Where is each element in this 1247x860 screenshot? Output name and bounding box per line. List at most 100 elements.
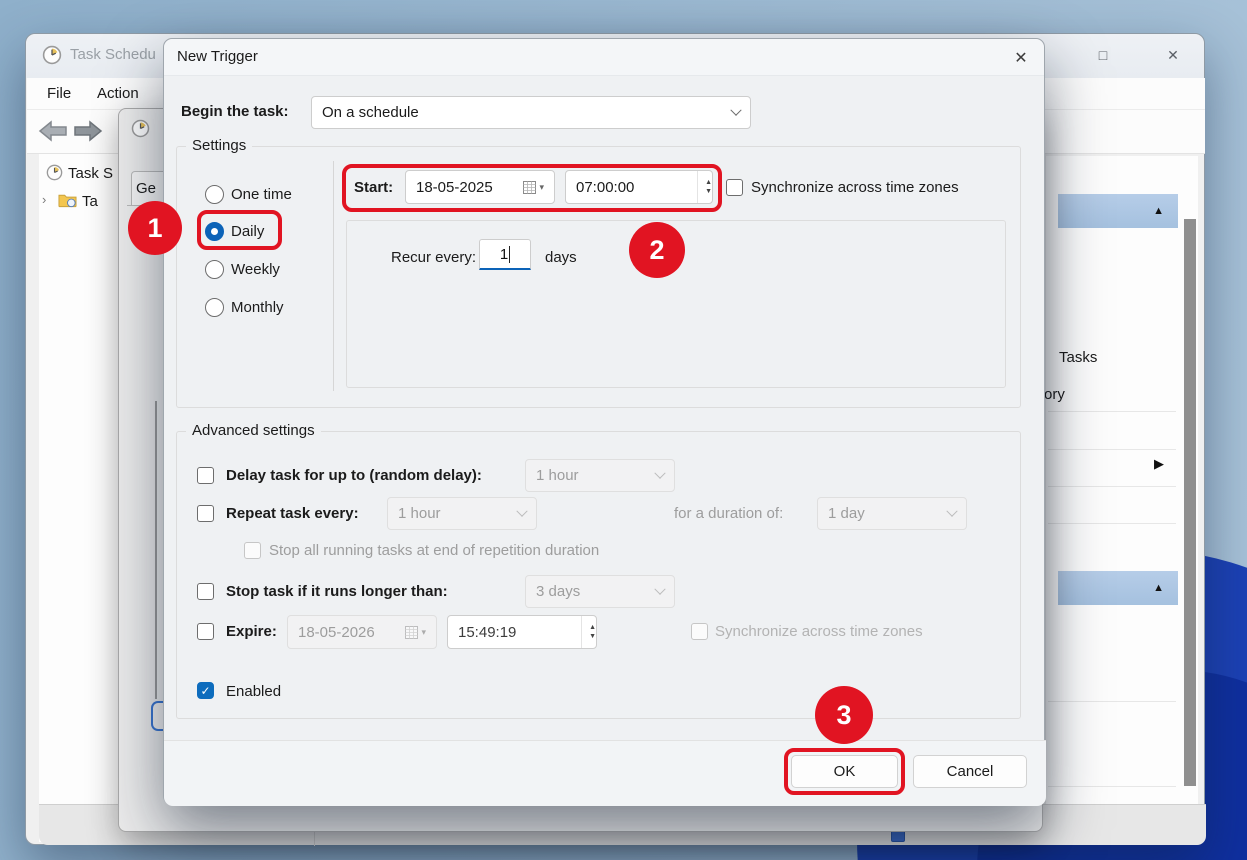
task-scheduler-icon: [42, 45, 62, 70]
begin-task-value: On a schedule: [322, 104, 419, 121]
cancel-button-label: Cancel: [947, 763, 994, 780]
actions-pane-header[interactable]: ▲: [1058, 194, 1178, 228]
repeat-checkbox[interactable]: [197, 505, 214, 522]
calendar-icon: ▾: [405, 626, 426, 639]
tree-item-library[interactable]: Ta: [82, 193, 98, 210]
delay-select: 1 hour: [525, 459, 675, 492]
menu-action[interactable]: Action: [97, 85, 139, 102]
delay-label: Delay task for up to (random delay):: [226, 467, 482, 485]
tree-panel: Task S › Ta: [39, 154, 121, 842]
tab-general-label: Ge: [136, 180, 156, 197]
maximize-icon: □: [1099, 47, 1107, 63]
annotation-box-start: [342, 164, 722, 212]
close-button[interactable]: ✕: [1151, 40, 1195, 70]
dialog-titlebar: New Trigger ✕: [164, 39, 1044, 76]
text-caret: [509, 246, 510, 263]
window-title: Task Schedu: [70, 46, 156, 63]
stop-all-label: Stop all running tasks at end of repetit…: [269, 542, 599, 560]
expire-time-spinner: 15:49:19 ▲ ▼: [447, 615, 597, 649]
stop-longer-label: Stop task if it runs longer than:: [226, 583, 448, 601]
separator: [1048, 701, 1176, 702]
chevron-down-icon: [516, 505, 527, 516]
recur-every-value: 1: [500, 246, 508, 263]
dialog-close-button[interactable]: ✕: [1002, 44, 1040, 71]
actions-item-tasks[interactable]: Tasks: [1059, 349, 1097, 366]
spinner-arrows[interactable]: ▲ ▼: [581, 616, 596, 648]
actions-pane-scrollbar[interactable]: [1184, 219, 1196, 786]
repeat-value: 1 hour: [398, 505, 441, 522]
begin-task-label: Begin the task:: [181, 103, 289, 121]
annotation-step-1: 1: [128, 201, 182, 255]
stop-longer-select: 3 days: [525, 575, 675, 608]
radio-monthly[interactable]: [205, 298, 224, 317]
recur-every-input[interactable]: 1: [479, 239, 531, 270]
back-arrow-icon[interactable]: [38, 120, 68, 147]
maximize-button[interactable]: □: [1081, 40, 1125, 70]
step-2-number: 2: [649, 235, 664, 266]
annotation-box-ok: [784, 748, 905, 795]
settings-divider: [333, 161, 334, 391]
chevron-down-icon: [654, 467, 665, 478]
annotation-step-2: 2: [629, 222, 685, 278]
enabled-checkbox[interactable]: ✓: [197, 682, 214, 699]
task-scheduler-root-icon: [46, 164, 63, 186]
sync-timezones-label: Synchronize across time zones: [751, 179, 959, 197]
annotation-box-daily: [197, 210, 282, 250]
sync-timezones-checkbox[interactable]: [726, 179, 743, 196]
repeat-select: 1 hour: [387, 497, 537, 530]
repeat-label: Repeat task every:: [226, 505, 359, 523]
spin-down-icon: ▼: [589, 633, 596, 640]
chevron-down-icon: [730, 104, 741, 115]
dialog-title: New Trigger: [177, 48, 258, 65]
annotation-step-3: 3: [815, 686, 873, 744]
stop-longer-checkbox[interactable]: [197, 583, 214, 600]
radio-monthly-label: Monthly: [231, 299, 284, 317]
radio-weekly-label: Weekly: [231, 261, 280, 279]
expire-date-value: 18-05-2026: [298, 624, 375, 641]
expire-label: Expire:: [226, 623, 277, 641]
radio-one-time[interactable]: [205, 185, 224, 204]
step-1-number: 1: [147, 213, 162, 244]
actions-pane-header-2[interactable]: ▲: [1058, 571, 1178, 605]
close-icon: ✕: [1014, 48, 1027, 68]
menu-file[interactable]: File: [47, 85, 71, 102]
chevron-down-icon: [654, 583, 665, 594]
expire-date-picker: 18-05-2026 ▾: [287, 615, 437, 649]
recur-unit-label: days: [545, 249, 577, 267]
chevron-down-icon: [946, 505, 957, 516]
delay-checkbox[interactable]: [197, 467, 214, 484]
check-icon: ✓: [200, 684, 210, 698]
separator: [1048, 411, 1176, 412]
step-3-number: 3: [836, 700, 851, 731]
tree-expand-icon[interactable]: ›: [42, 192, 46, 207]
stop-all-checkbox: [244, 542, 261, 559]
separator: [1048, 786, 1176, 787]
expire-time-value: 15:49:19: [458, 624, 516, 641]
submenu-arrow-icon[interactable]: ▶: [1154, 458, 1164, 469]
forward-arrow-icon[interactable]: [73, 120, 103, 147]
collapse-icon: ▲: [1153, 206, 1164, 217]
recur-every-label: Recur every:: [391, 249, 476, 267]
calendar-drop-icon: ▾: [421, 627, 426, 638]
tree-item-task-scheduler[interactable]: Task S: [68, 165, 113, 182]
desktop: Task Schedu □ ✕ File Action: [0, 0, 1247, 860]
spin-up-icon: ▲: [589, 624, 596, 631]
list-edge: [155, 401, 157, 699]
advanced-group-label: Advanced settings: [186, 422, 321, 439]
dialog-clock-icon: [131, 119, 150, 143]
enabled-label: Enabled: [226, 683, 281, 701]
library-folder-icon: [58, 192, 77, 213]
collapse-icon: ▲: [1153, 583, 1164, 594]
separator: [1048, 523, 1176, 524]
cancel-button[interactable]: Cancel: [913, 755, 1027, 788]
close-icon: ✕: [1167, 47, 1179, 64]
separator: [1048, 486, 1176, 487]
expire-checkbox[interactable]: [197, 623, 214, 640]
actions-item-history[interactable]: ory: [1044, 386, 1065, 403]
radio-one-time-label: One time: [231, 186, 292, 204]
actions-pane: [1046, 156, 1198, 806]
settings-group-label: Settings: [186, 137, 252, 154]
begin-task-select[interactable]: On a schedule: [311, 96, 751, 129]
radio-weekly[interactable]: [205, 260, 224, 279]
duration-value: 1 day: [828, 505, 865, 522]
